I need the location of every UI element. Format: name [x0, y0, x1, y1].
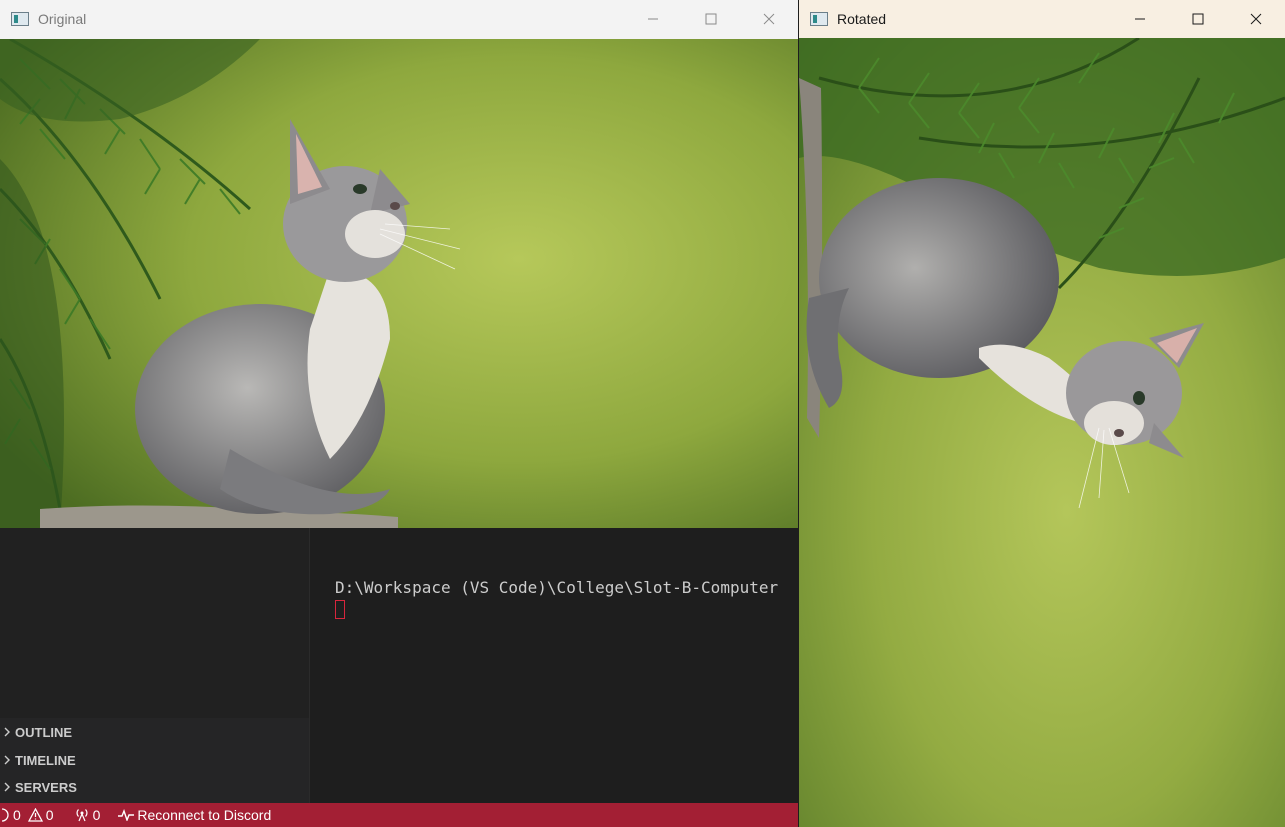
- sidebar-empty-area: [0, 528, 309, 718]
- pulse-icon: [118, 809, 135, 821]
- close-icon: [1250, 13, 1262, 25]
- discord-label: Reconnect to Discord: [137, 807, 272, 823]
- discord-reconnect[interactable]: Reconnect to Discord: [118, 807, 271, 823]
- minimize-button[interactable]: [624, 0, 682, 38]
- timeline-section[interactable]: TIMELINE: [0, 747, 309, 773]
- servers-section[interactable]: SERVERS: [0, 774, 309, 800]
- error-icon: [2, 808, 10, 822]
- minimize-icon: [1134, 13, 1146, 25]
- close-icon: [763, 13, 775, 25]
- terminal-panel[interactable]: D:\Workspace (VS Code)\College\Slot-B-Co…: [310, 528, 798, 803]
- broadcast-icon: [74, 808, 90, 822]
- ports-count: 0: [92, 807, 101, 823]
- app-window-icon: [11, 12, 29, 26]
- window-title: Original: [38, 11, 87, 27]
- minimize-icon: [647, 13, 659, 25]
- timeline-label: TIMELINE: [15, 752, 76, 768]
- terminal-path-line: D:\Workspace (VS Code)\College\Slot-B-Co…: [335, 578, 779, 597]
- kitten-image: [0, 39, 798, 528]
- warning-count: 0: [45, 807, 54, 823]
- chevron-right-icon: [0, 727, 14, 737]
- vscode-window: OUTLINE TIMELINE SERVERS D:\Workspace (V…: [0, 528, 798, 827]
- chevron-right-icon: [0, 782, 14, 792]
- maximize-icon: [705, 13, 717, 25]
- explorer-sidebar: OUTLINE TIMELINE SERVERS: [0, 528, 310, 803]
- servers-label: SERVERS: [15, 779, 77, 795]
- maximize-icon: [1192, 13, 1204, 25]
- window-title: Rotated: [837, 11, 887, 27]
- outline-label: OUTLINE: [15, 724, 73, 740]
- terminal-cursor: [335, 600, 345, 619]
- status-bar: 0 0 0 Reconnect to Discord: [0, 803, 798, 827]
- title-bar[interactable]: Rotated: [799, 0, 1285, 38]
- title-bar[interactable]: Original: [0, 0, 798, 38]
- warning-icon: [27, 808, 43, 822]
- rotated-kitten-image: [799, 38, 1285, 827]
- close-button[interactable]: [1227, 0, 1285, 38]
- original-window[interactable]: Original: [0, 0, 798, 528]
- ports-indicator[interactable]: 0: [74, 807, 101, 823]
- problems-indicator[interactable]: 0 0: [2, 807, 54, 823]
- outline-section[interactable]: OUTLINE: [0, 719, 309, 745]
- rotated-window[interactable]: Rotated: [799, 0, 1285, 827]
- chevron-right-icon: [0, 755, 14, 765]
- app-window-icon: [810, 12, 828, 26]
- maximize-button[interactable]: [682, 0, 740, 38]
- close-button[interactable]: [740, 0, 798, 38]
- error-count: 0: [13, 807, 21, 823]
- maximize-button[interactable]: [1169, 0, 1227, 38]
- minimize-button[interactable]: [1111, 0, 1169, 38]
